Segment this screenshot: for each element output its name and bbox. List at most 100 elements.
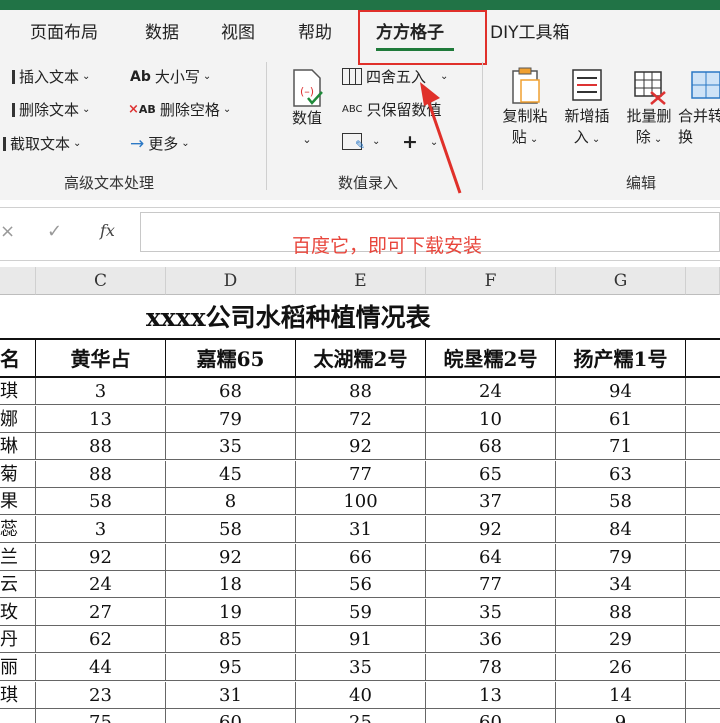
empty-cell[interactable] [686,516,720,543]
column-header-h[interactable] [686,267,720,295]
name-cell[interactable]: 云 [0,571,36,599]
edit-format-button[interactable]: ✎ ⌄ [342,133,380,152]
extract-text-button[interactable]: 截取文本 ⌄ [0,133,81,154]
value-cell[interactable]: 18 [166,571,296,599]
value-cell[interactable]: 63 [556,460,686,488]
empty-cell[interactable] [686,682,720,709]
column-header-b[interactable] [0,267,36,295]
name-cell[interactable]: 菊 [0,460,36,488]
value-cell[interactable]: 95 [166,654,296,681]
empty-cell[interactable] [686,599,720,626]
value-cell[interactable]: 92 [426,516,556,543]
tab-help[interactable]: 帮助 [298,18,332,43]
value-cell[interactable]: 14 [556,681,686,709]
remove-space-button[interactable]: ×AB 删除空格 ⌄ [128,99,231,120]
value-cell[interactable]: 60 [426,709,556,723]
value-cell[interactable]: 35 [426,598,556,626]
value-cell[interactable]: 31 [296,516,426,543]
copy-paste-button[interactable]: 复制粘 贴 ⌄ [494,66,556,150]
value-cell[interactable]: 44 [36,654,166,681]
value-cell[interactable]: 56 [296,571,426,599]
empty-cell[interactable] [686,709,720,723]
tab-data[interactable]: 数据 [145,18,179,43]
value-cell[interactable]: 68 [166,378,296,405]
header-cell[interactable]: 皖垦糯2号 [426,338,556,378]
cancel-icon[interactable]: × [0,221,15,242]
empty-cell[interactable] [686,654,720,681]
empty-cell[interactable] [686,571,720,599]
name-cell[interactable]: 琳 [0,433,36,461]
value-cell[interactable]: 77 [426,571,556,599]
column-header-e[interactable]: E [296,267,426,295]
value-cell[interactable]: 88 [36,433,166,461]
header-cell[interactable]: 嘉糯65 [166,338,296,378]
value-cell[interactable]: 3 [36,378,166,405]
batch-delete-button[interactable]: 批量删 除 ⌄ [618,66,680,150]
value-cell[interactable]: 23 [36,681,166,709]
value-cell[interactable]: 61 [556,405,686,433]
value-cell[interactable]: 9 [556,709,686,723]
value-cell[interactable]: 35 [296,654,426,681]
header-cell[interactable]: 太湖糯2号 [296,338,426,378]
value-cell[interactable]: 64 [426,543,556,571]
value-cell[interactable]: 78 [426,654,556,681]
value-cell[interactable]: 8 [166,488,296,516]
value-cell[interactable]: 37 [426,488,556,516]
sheet-title-row[interactable]: xxxx公司水稻种植情况表 [0,296,720,338]
empty-cell[interactable] [686,378,720,405]
name-cell[interactable]: 蕊 [0,516,36,543]
value-cell[interactable]: 25 [296,709,426,723]
value-cell[interactable]: 72 [296,405,426,433]
name-cell[interactable]: 琪 [0,681,36,709]
value-cell[interactable]: 100 [296,488,426,516]
empty-cell[interactable] [686,433,720,461]
empty-cell[interactable] [686,488,720,516]
empty-cell[interactable] [686,406,720,433]
value-cell[interactable]: 36 [426,626,556,654]
value-cell[interactable]: 58 [36,488,166,516]
value-cell[interactable]: 79 [556,543,686,571]
header-cell-name[interactable]: 名 [0,338,36,378]
value-cell[interactable]: 88 [556,598,686,626]
value-cell[interactable]: 3 [36,516,166,543]
name-cell[interactable] [0,709,36,723]
column-header-g[interactable]: G [556,267,686,295]
name-cell[interactable]: 丹 [0,626,36,654]
name-cell[interactable]: 琪 [0,378,36,405]
header-cell-empty[interactable] [686,338,720,378]
value-cell[interactable]: 92 [166,543,296,571]
tab-page-layout[interactable]: 页面布局 [30,18,98,43]
value-cell[interactable]: 85 [166,626,296,654]
column-header-c[interactable]: C [36,267,166,295]
value-cell[interactable]: 45 [166,460,296,488]
name-cell[interactable]: 丽 [0,654,36,681]
name-cell[interactable]: 兰 [0,543,36,571]
function-icon[interactable]: fx [100,221,115,240]
value-cell[interactable]: 62 [36,626,166,654]
header-cell[interactable]: 扬产糯1号 [556,338,686,378]
column-header-d[interactable]: D [166,267,296,295]
value-cell[interactable]: 79 [166,405,296,433]
more-button[interactable]: → 更多 ⌄ [130,133,190,154]
empty-cell[interactable] [686,461,720,488]
value-cell[interactable]: 68 [426,433,556,461]
value-cell[interactable]: 10 [426,405,556,433]
value-cell[interactable]: 19 [166,598,296,626]
value-cell[interactable]: 77 [296,460,426,488]
new-insert-button[interactable]: 新增插 入 ⌄ [556,66,618,150]
value-cell[interactable]: 88 [296,378,426,405]
value-cell[interactable]: 66 [296,543,426,571]
tab-diy-toolbox[interactable]: DIY工具箱 [490,18,570,43]
name-cell[interactable]: 娜 [0,405,36,433]
value-cell[interactable]: 92 [296,433,426,461]
value-cell[interactable]: 24 [36,571,166,599]
tab-view[interactable]: 视图 [221,18,255,43]
name-cell[interactable]: 果 [0,488,36,516]
empty-cell[interactable] [686,626,720,654]
merge-convert-button[interactable]: 合并转 换 [678,66,720,148]
value-cell[interactable]: 34 [556,571,686,599]
value-cell[interactable]: 65 [426,460,556,488]
empty-cell[interactable] [686,544,720,571]
column-header-f[interactable]: F [426,267,556,295]
header-cell[interactable]: 黄华占 [36,338,166,378]
